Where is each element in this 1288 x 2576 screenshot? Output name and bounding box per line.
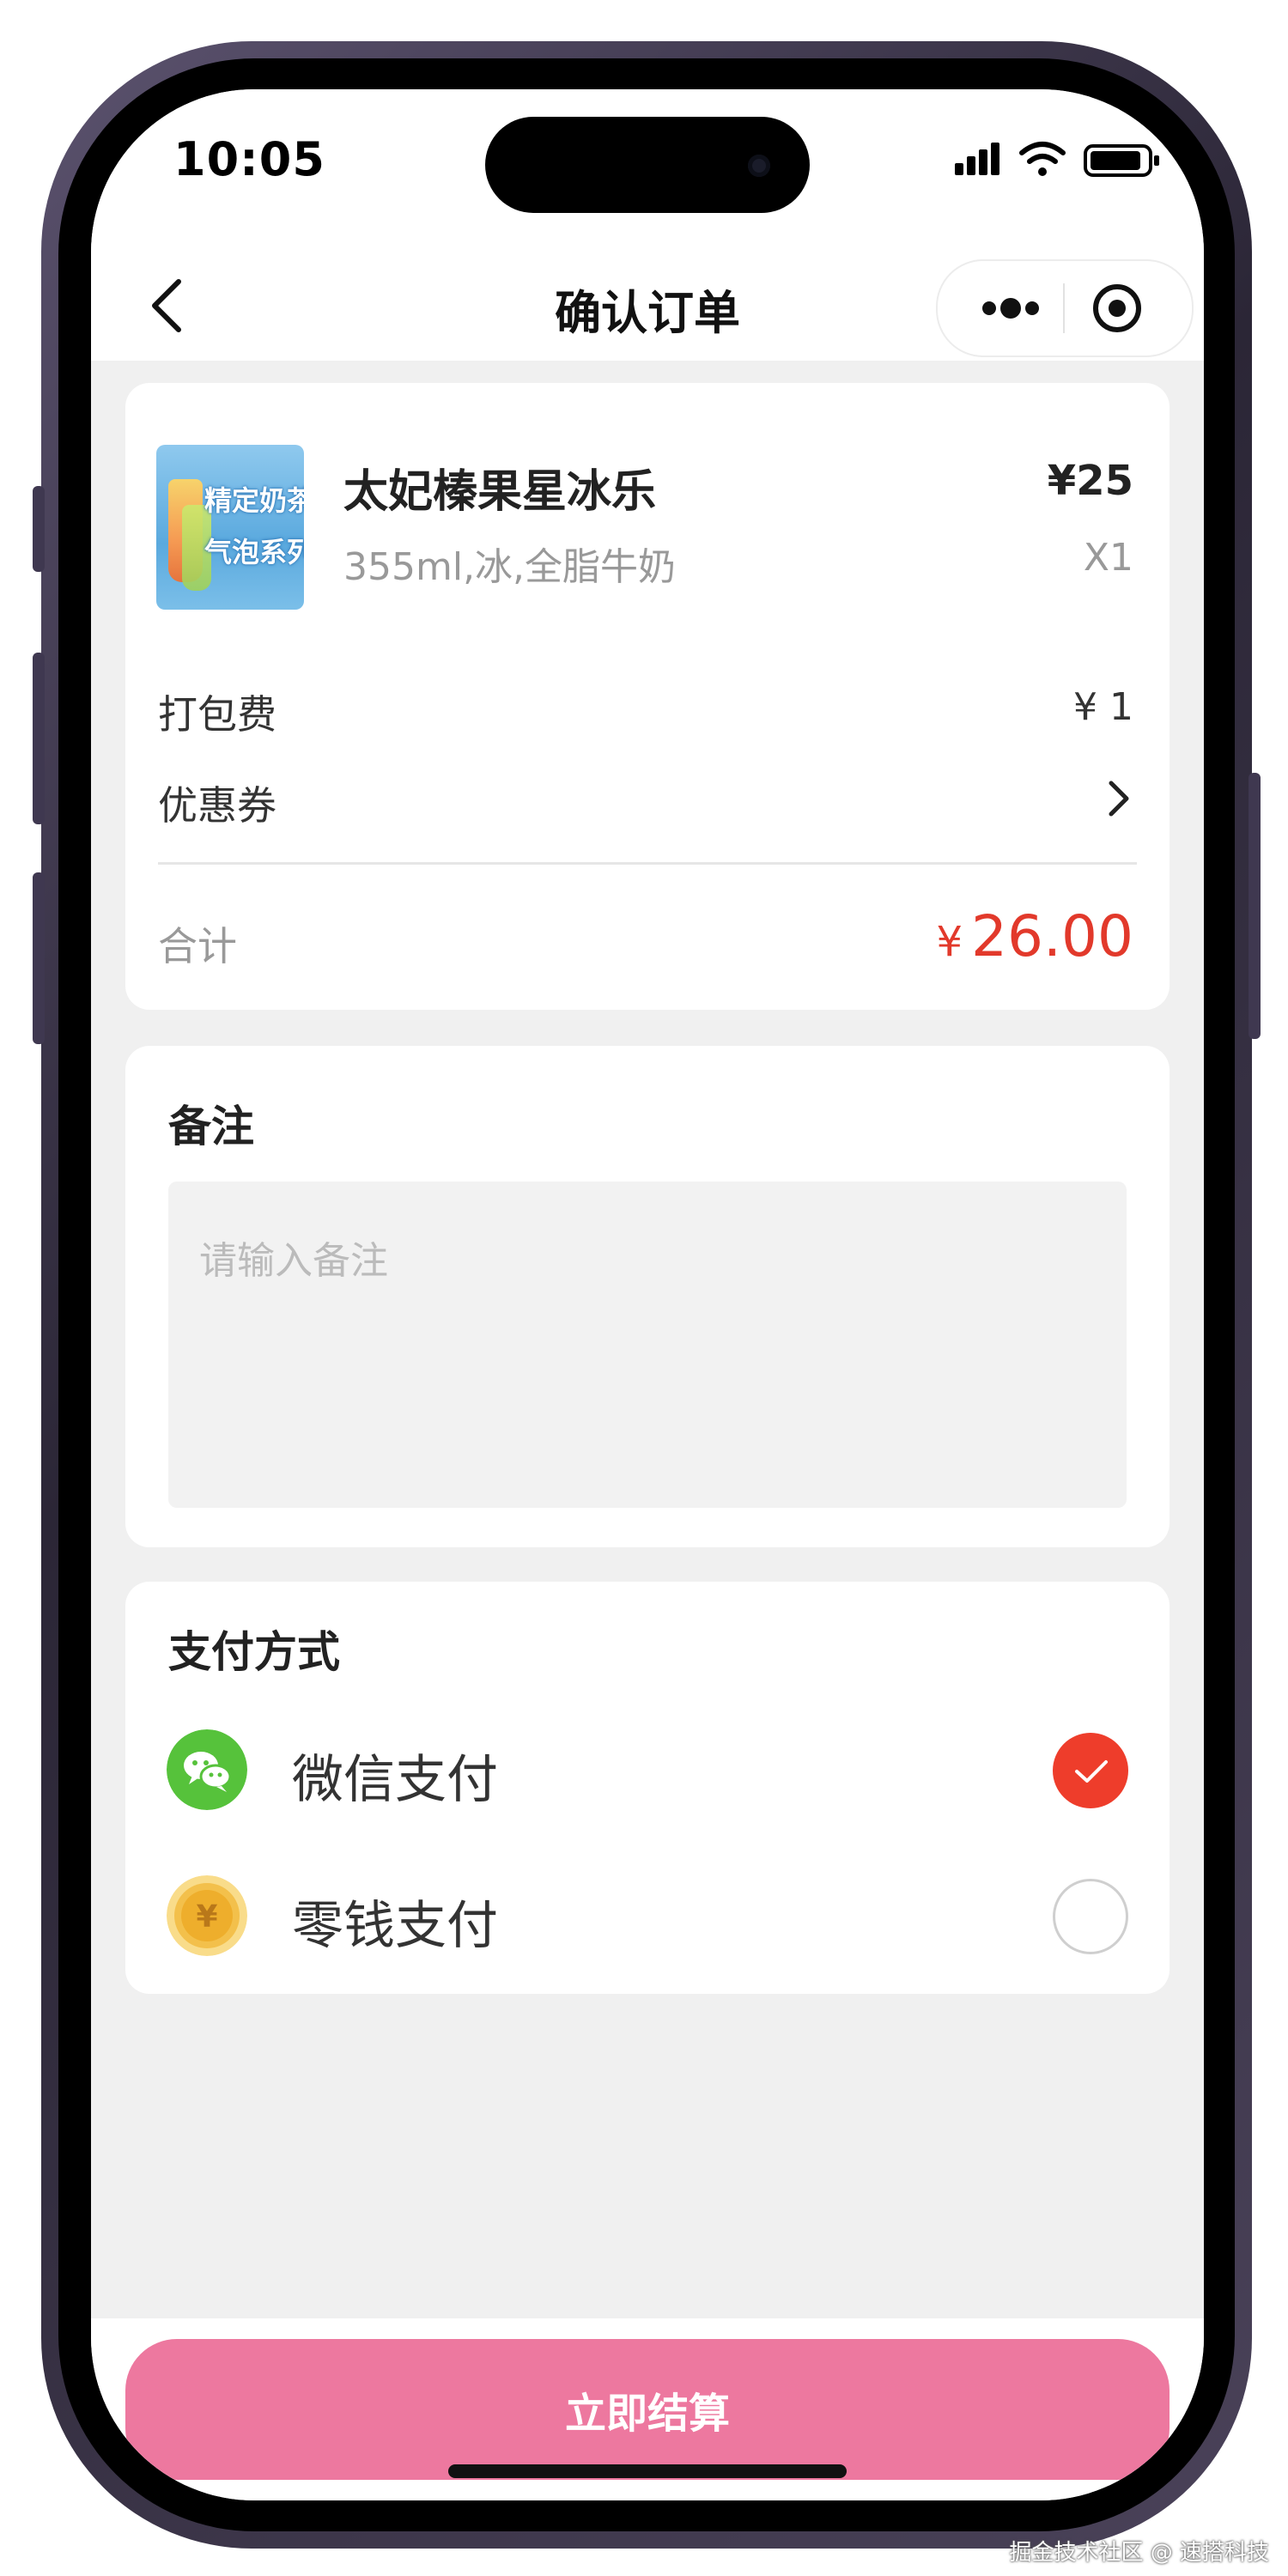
product-spec: 355ml,冰,全脂牛奶 bbox=[343, 545, 677, 589]
radio-selected[interactable] bbox=[1053, 1733, 1128, 1808]
remarks-card: 备注 bbox=[125, 1046, 1170, 1547]
total-currency: ¥ bbox=[936, 918, 963, 966]
payment-card: 支付方式 微信支付 ¥ 零钱支付 bbox=[125, 1582, 1170, 1994]
coupon-label[interactable]: 优惠券 bbox=[158, 775, 276, 831]
svg-text:¥: ¥ bbox=[196, 1899, 217, 1935]
status-bar: 10:05 bbox=[91, 89, 1204, 252]
checkout-button[interactable]: 立即结算 bbox=[125, 2339, 1170, 2480]
volume-down-button bbox=[33, 872, 45, 1044]
order-card: 精定奶茶 气泡系列 太妃榛果星冰乐 355ml,冰,全脂牛奶 ¥25 X1 打包… bbox=[125, 383, 1170, 1010]
volume-up-button bbox=[33, 653, 45, 824]
wechat-icon bbox=[167, 1729, 247, 1810]
total-amount: ¥26.00 bbox=[937, 903, 1134, 969]
payment-method-label: 零钱支付 bbox=[292, 1896, 498, 1956]
product-quantity: X1 bbox=[1083, 536, 1133, 580]
dynamic-island bbox=[485, 117, 810, 213]
back-arrow-icon[interactable] bbox=[134, 271, 203, 340]
product-name: 太妃榛果星冰乐 bbox=[343, 466, 657, 518]
total-label: 合计 bbox=[158, 923, 237, 969]
packing-fee-value: ¥ 1 bbox=[1073, 685, 1133, 729]
packing-fee-label: 打包费 bbox=[158, 691, 276, 738]
remarks-input[interactable] bbox=[168, 1182, 1127, 1508]
close-target-icon[interactable] bbox=[1089, 280, 1145, 337]
product-image: 精定奶茶 气泡系列 bbox=[156, 445, 304, 610]
product-price: ¥25 bbox=[1047, 457, 1133, 505]
watermark-text: 掘金技术社区 @ 速搭科技 bbox=[1009, 2540, 1269, 2566]
payment-option-wechat[interactable]: 微信支付 bbox=[125, 1719, 1170, 1822]
nav-bar: 确认订单 bbox=[91, 252, 1204, 361]
remarks-title: 备注 bbox=[168, 1102, 254, 1151]
miniprogram-capsule bbox=[936, 259, 1194, 357]
total-value: 26.00 bbox=[971, 903, 1133, 969]
action-button bbox=[33, 486, 45, 572]
status-time: 10:05 bbox=[173, 132, 325, 186]
more-dots-icon[interactable] bbox=[963, 278, 1058, 338]
wifi-icon bbox=[1019, 142, 1066, 176]
screen: 10:05 确认订单 精定奶茶 气泡系列 太妃榛果星冰乐 355ml,冰,全脂牛… bbox=[91, 89, 1204, 2500]
payment-title: 支付方式 bbox=[168, 1627, 340, 1677]
page-title: 确认订单 bbox=[555, 286, 740, 340]
coin-icon: ¥ bbox=[167, 1875, 247, 1956]
radio-unselected[interactable] bbox=[1053, 1879, 1128, 1954]
product-image-text: 气泡系列 bbox=[204, 536, 304, 568]
cellular-signal-icon bbox=[955, 143, 999, 175]
checkmark-icon bbox=[1075, 1760, 1108, 1783]
power-button bbox=[1249, 773, 1261, 1039]
front-camera-icon bbox=[748, 155, 770, 177]
payment-option-balance[interactable]: ¥ 零钱支付 bbox=[125, 1865, 1170, 1968]
status-icons bbox=[955, 142, 1159, 177]
home-indicator bbox=[448, 2464, 847, 2478]
payment-method-label: 微信支付 bbox=[292, 1750, 498, 1810]
product-image-text: 精定奶茶 bbox=[204, 484, 304, 517]
battery-icon bbox=[1084, 144, 1159, 177]
capsule-divider bbox=[1063, 283, 1065, 333]
chevron-right-icon[interactable] bbox=[1106, 778, 1132, 819]
divider bbox=[158, 862, 1137, 865]
